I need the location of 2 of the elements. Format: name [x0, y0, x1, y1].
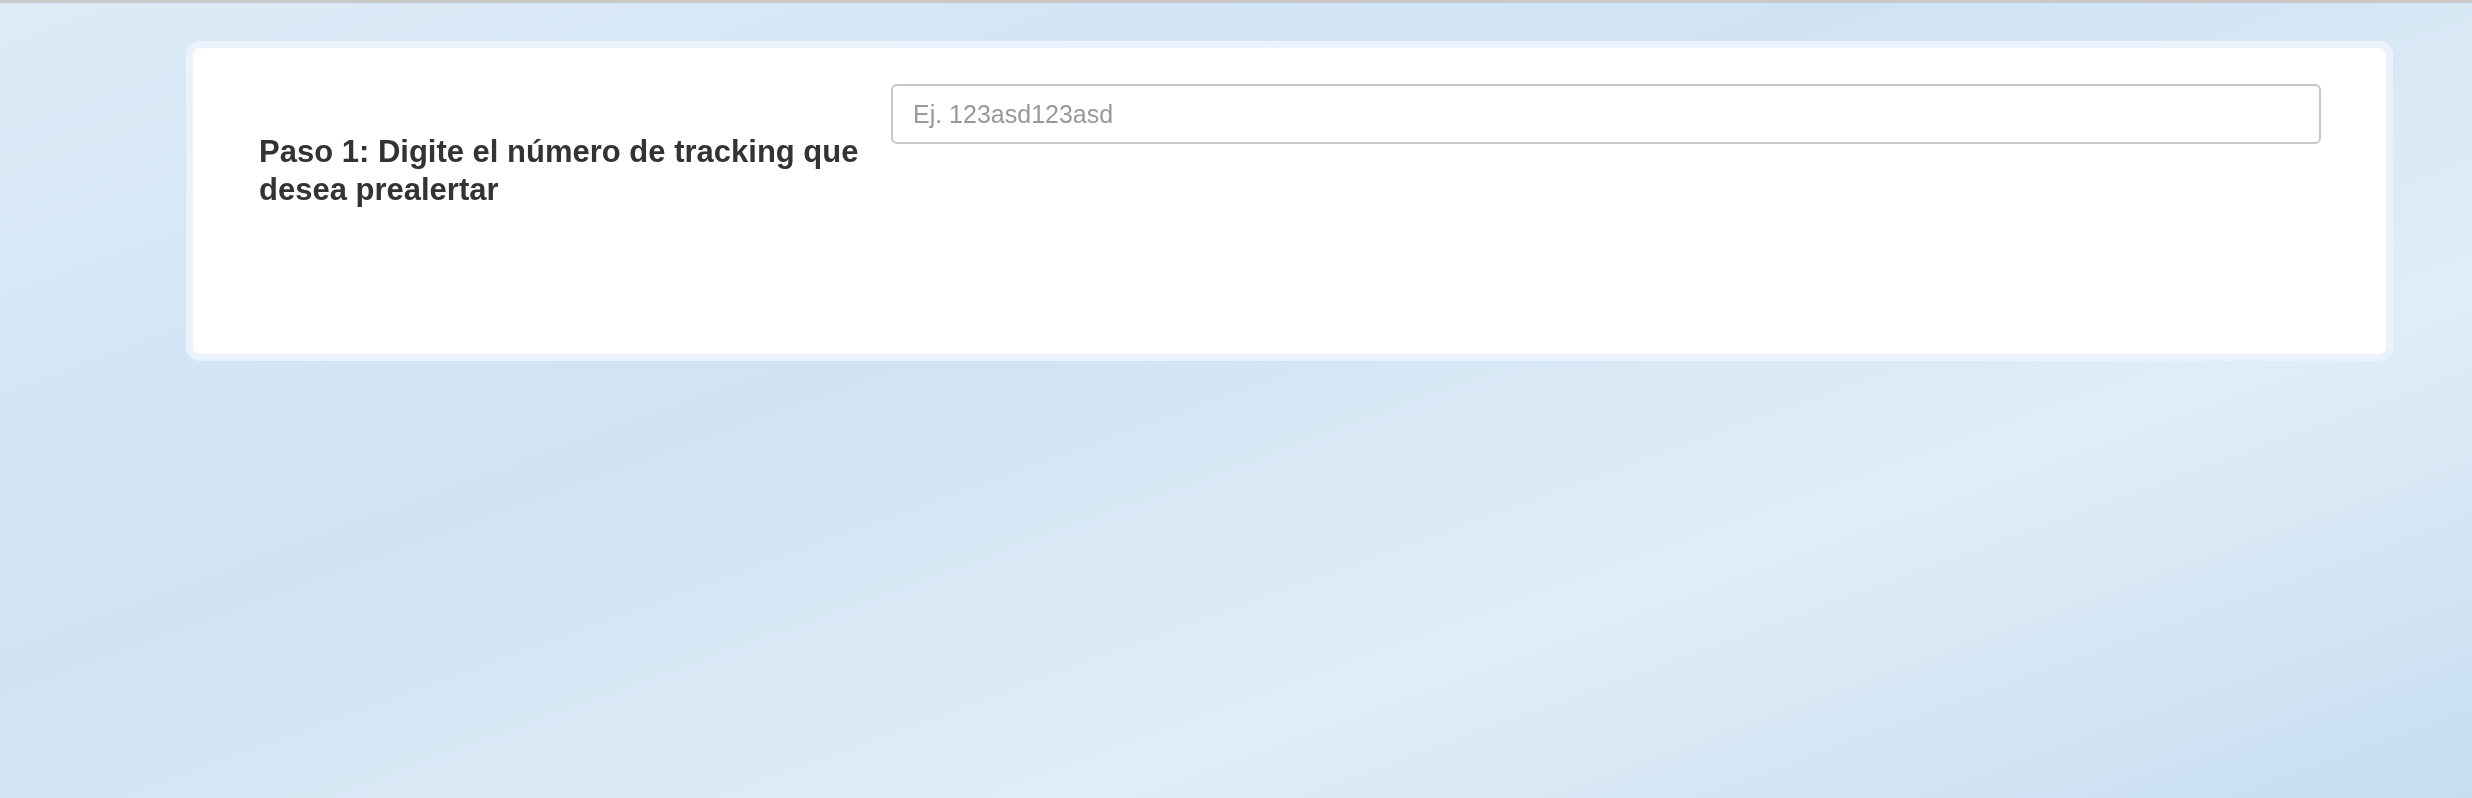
tracking-input-field[interactable]: Ej. 123asd123asd	[891, 84, 2321, 144]
step-label: Paso 1: Digite el número de tracking que desea prealertar	[259, 133, 860, 209]
